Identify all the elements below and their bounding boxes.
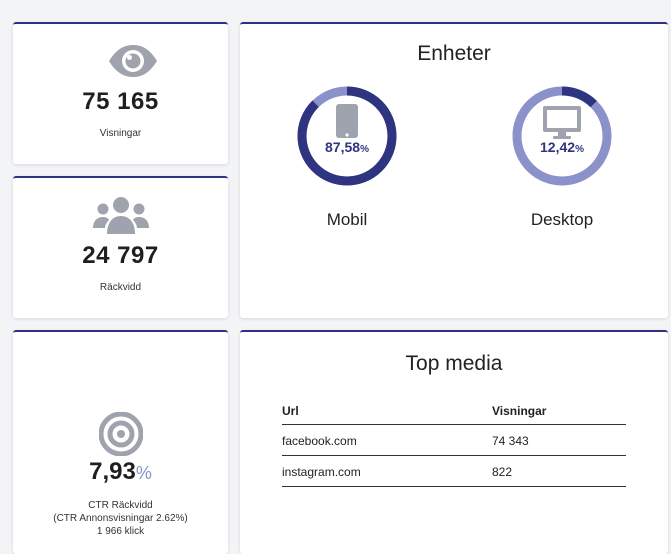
- visningar-card: 75 165 Visningar: [13, 22, 228, 164]
- ctr-value-row: 7,93%: [13, 458, 228, 486]
- row-visningar: 822: [492, 455, 626, 487]
- enheter-title: Enheter: [417, 42, 491, 65]
- rackvidd-card: 24 797 Räckvidd: [13, 176, 228, 318]
- eye-icon: [107, 44, 159, 83]
- ctr-card: 7,93% CTR Räckvidd (CTR Annonsvisningar …: [13, 330, 228, 554]
- mobil-percent-unit: %: [360, 144, 369, 155]
- ctr-clicks: 1 966 klick: [96, 526, 145, 537]
- enheter-card: Enheter 87,58% Mobil 12,42% Desktop: [240, 22, 668, 318]
- desktop-percent-unit: %: [575, 144, 584, 155]
- top-media-card: Top media Url Visningar facebook.com 74 …: [240, 330, 668, 554]
- ctr-label: CTR Räckvidd: [88, 500, 153, 511]
- table-row: facebook.com 74 343: [282, 424, 626, 456]
- mobil-percent: 87,58%: [295, 139, 399, 155]
- table-row: instagram.com 822: [282, 455, 626, 487]
- rackvidd-value: 24 797: [82, 242, 159, 269]
- visningar-label: Visningar: [99, 128, 142, 139]
- users-icon: [93, 196, 149, 241]
- ctr-sub-label: (CTR Annonsvisningar 2.62%): [53, 513, 188, 524]
- top-media-title: Top media: [405, 352, 503, 375]
- target-icon: [98, 411, 144, 461]
- column-header-visningar: Visningar: [492, 398, 626, 425]
- mobile-icon: [336, 104, 358, 143]
- desktop-label: Desktop: [530, 210, 594, 229]
- rackvidd-label: Räckvidd: [99, 282, 142, 293]
- row-visningar: 74 343: [492, 424, 626, 456]
- mobil-percent-value: 87,58: [325, 139, 361, 155]
- top-media-table: Url Visningar facebook.com 74 343 instag…: [282, 398, 626, 487]
- mobil-donut: 87,58%: [295, 84, 399, 188]
- row-url: facebook.com: [282, 424, 492, 456]
- desktop-percent: 12,42%: [510, 139, 614, 155]
- desktop-donut: 12,42%: [510, 84, 614, 188]
- table-header-row: Url Visningar: [282, 398, 626, 425]
- row-url: instagram.com: [282, 455, 492, 487]
- column-header-url: Url: [282, 398, 492, 425]
- ctr-unit: %: [135, 463, 152, 483]
- ctr-value: 7,93: [89, 458, 136, 485]
- mobil-label: Mobil: [326, 210, 368, 229]
- desktop-percent-value: 12,42: [540, 139, 576, 155]
- visningar-value: 75 165: [82, 88, 159, 115]
